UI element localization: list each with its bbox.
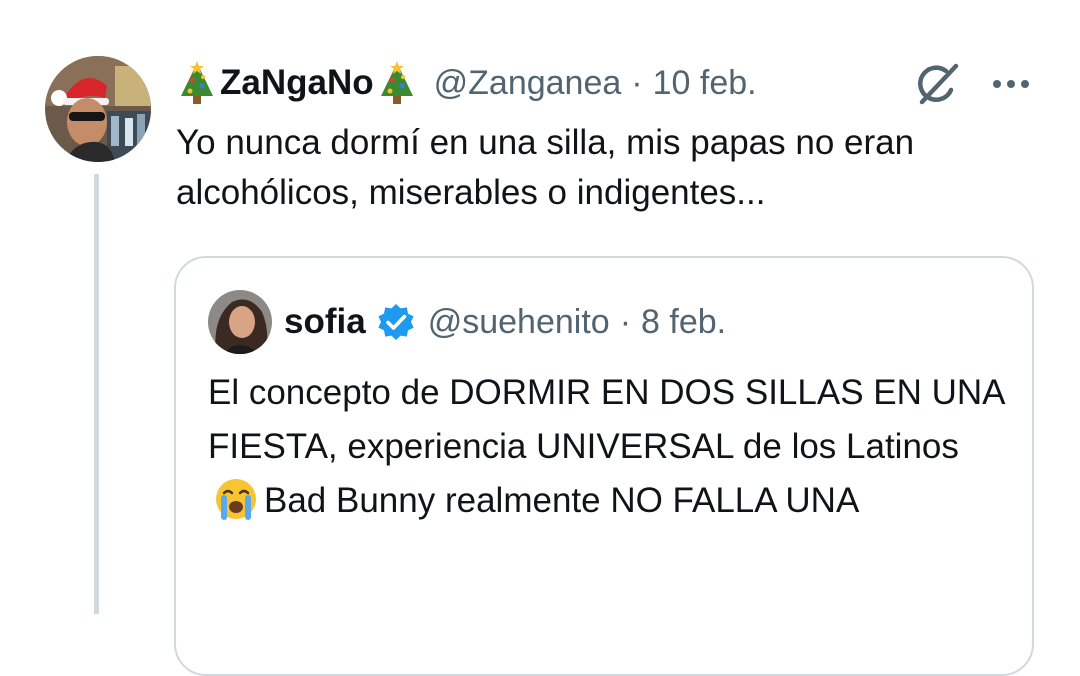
quoted-tweet-text: El concepto de DORMIR EN DOS SILLAS EN U… (208, 366, 1008, 528)
grok-icon[interactable] (912, 58, 964, 110)
tweet-header: ZaNgaNo @Zanganea · 10 feb. (176, 58, 757, 108)
quoted-text-part-2: Bad Bunny realmente NO FALLA UNA (264, 481, 860, 520)
quoted-text-part-1: El concepto de DORMIR EN DOS SILLAS EN U… (208, 373, 1004, 466)
quoted-tweet-header: sofia @suehenito · 8 feb. (284, 296, 726, 348)
tweet-date[interactable]: 10 feb. (653, 64, 757, 103)
author-name[interactable]: ZaNgaNo (220, 63, 374, 103)
christmas-tree-icon (176, 60, 218, 106)
more-options-icon[interactable] (988, 64, 1034, 104)
christmas-tree-icon (376, 60, 418, 106)
author-avatar[interactable] (45, 56, 151, 162)
quoted-tweet-date: 8 feb. (641, 302, 727, 341)
quoted-author-name: sofia (284, 302, 366, 341)
quoted-tweet-card[interactable]: sofia @suehenito · 8 feb. El concepto de… (174, 256, 1034, 676)
quoted-header-separator: · (619, 302, 632, 341)
header-separator: · (631, 63, 643, 102)
loudly-crying-face-icon (212, 476, 260, 522)
thread-connector-line (94, 174, 99, 614)
quoted-author-avatar (208, 290, 272, 354)
author-handle[interactable]: @Zanganea (434, 64, 622, 103)
quoted-author-handle: @suehenito (427, 302, 610, 341)
verified-badge-icon (378, 304, 414, 340)
tweet-text: Yo nunca dormí en una silla, mis papas n… (176, 123, 915, 212)
